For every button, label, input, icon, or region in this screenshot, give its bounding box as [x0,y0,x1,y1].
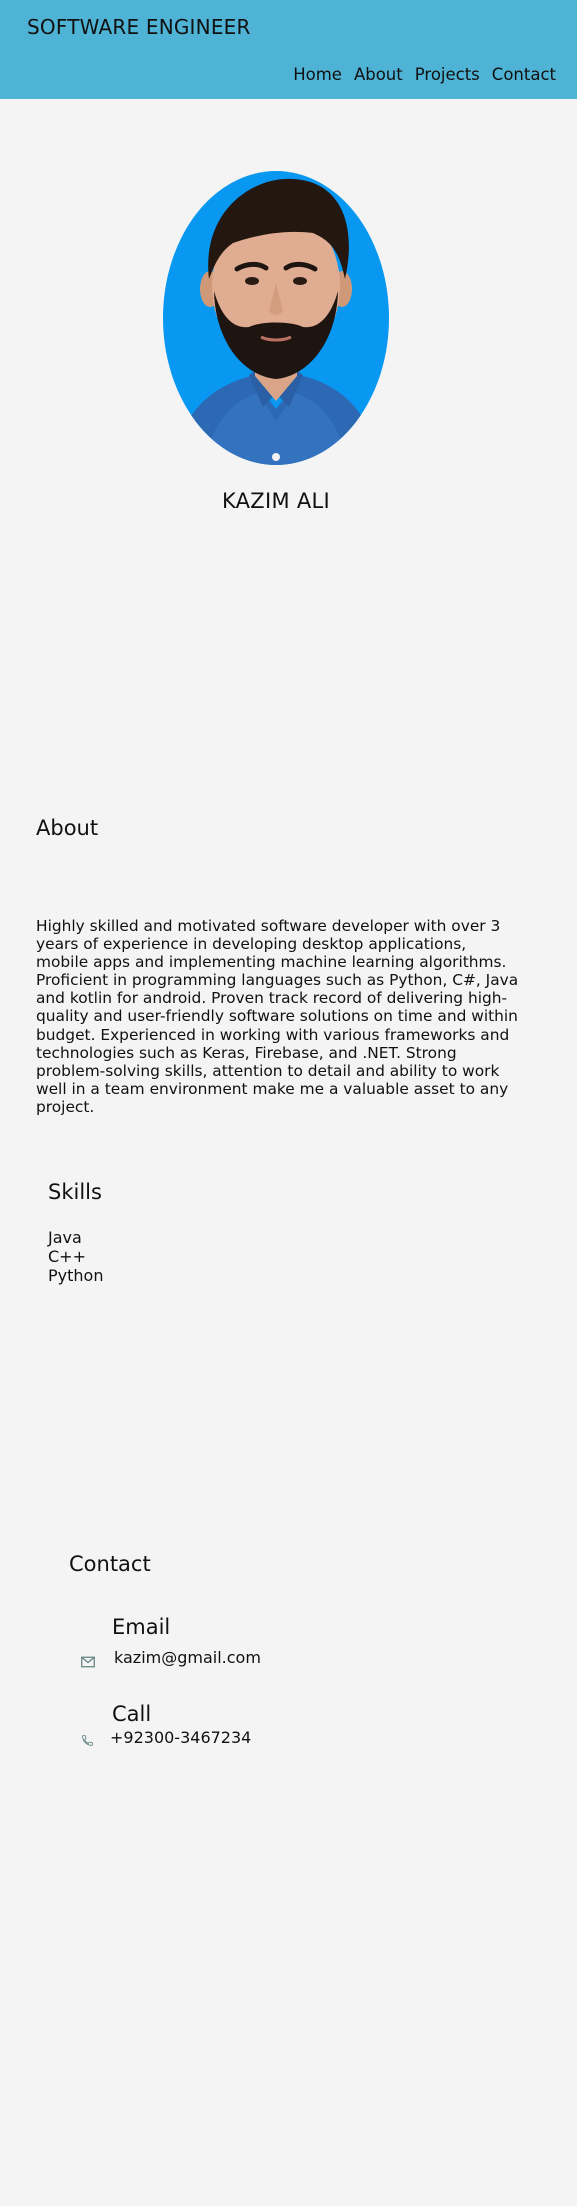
skill-item: Python [48,1266,104,1285]
skills-heading: Skills [48,1180,102,1204]
email-label: Email [112,1615,171,1639]
main-nav: Home About Projects Contact [293,65,556,84]
nav-link-projects[interactable]: Projects [415,65,480,84]
about-text: Highly skilled and motivated software de… [36,917,519,1116]
phone-icon [81,1732,95,1746]
site-header: SOFTWARE ENGINEER Home About Projects Co… [0,0,577,99]
skill-item: Java [48,1228,82,1247]
nav-link-contact[interactable]: Contact [492,65,556,84]
email-link[interactable]: kazim@gmail.com [114,1648,261,1667]
about-heading: About [36,816,99,840]
contact-heading: Contact [69,1552,151,1576]
nav-link-about[interactable]: About [354,65,403,84]
skill-item: C++ [48,1247,86,1266]
nav-link-home[interactable]: Home [293,65,342,84]
envelope-icon [81,1653,95,1668]
profile-name: KAZIM ALI [221,489,331,513]
site-title: SOFTWARE ENGINEER [27,15,251,39]
skills-list: Java C++ Python [48,1228,103,1285]
phone-link[interactable]: +92300-3467234 [110,1728,251,1747]
profile-photo [163,171,389,465]
call-label: Call [112,1702,152,1726]
